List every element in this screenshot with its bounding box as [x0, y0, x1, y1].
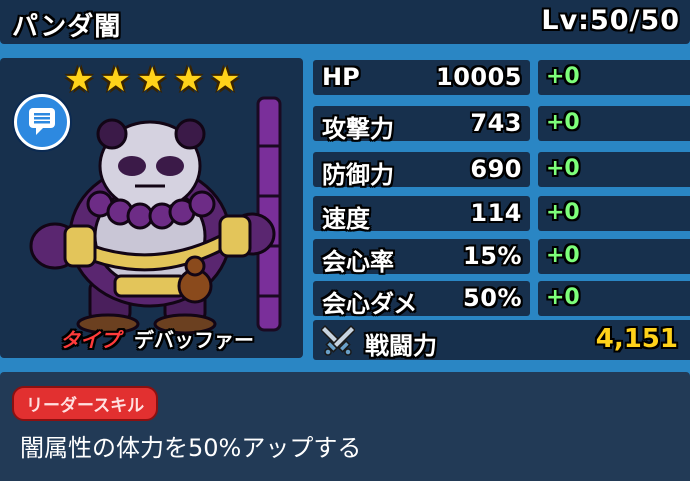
bonus-row-crit-damage: +0	[538, 281, 690, 316]
stat-row-defense: 防御力 690	[313, 152, 530, 189]
stat-value: 743	[470, 109, 522, 137]
stat-name: HP	[322, 63, 360, 91]
crossed-swords-icon	[321, 324, 355, 356]
stat-name: 会心ダメ	[322, 290, 418, 318]
leader-skill-panel: リーダースキル 闇属性の体力を50%アップする	[0, 372, 690, 481]
stat-bonus: +0	[546, 64, 580, 89]
type-row: タイプ デバッファー	[60, 324, 254, 353]
stat-value: 50%	[463, 284, 522, 312]
stat-row-crit-damage: 会心ダメ 50%	[313, 281, 530, 318]
type-label: タイプ	[60, 328, 120, 352]
leader-skill-description: 闇属性の体力を50%アップする	[20, 434, 362, 462]
header-bar: パンダ闇 Lv:50/50	[0, 0, 690, 44]
stat-value: 15%	[463, 242, 522, 270]
stat-name: 攻撃力	[322, 115, 394, 143]
stat-name: 会心率	[322, 248, 394, 276]
stat-bonus: +0	[546, 243, 580, 268]
stat-value: 114	[470, 199, 522, 227]
level-indicator: Lv:50/50	[541, 5, 680, 36]
stat-row-crit-rate: 会心率 15%	[313, 239, 530, 276]
bonus-row-hp: +0	[538, 60, 690, 95]
type-value: デバッファー	[134, 328, 254, 352]
bonus-row-speed: +0	[538, 196, 690, 231]
stat-value: 10005	[436, 63, 522, 91]
stat-bonus: +0	[546, 110, 580, 135]
chat-bubble-icon[interactable]	[14, 94, 70, 150]
combat-power-row: 戦闘力 4,151	[313, 320, 690, 360]
stat-bonus: +0	[546, 156, 580, 181]
bonus-row-attack: +0	[538, 106, 690, 141]
stat-value: 690	[470, 155, 522, 183]
character-name: パンダ闇	[12, 12, 122, 42]
stat-row-speed: 速度 114	[313, 196, 530, 233]
bonus-row-defense: +0	[538, 152, 690, 187]
combat-power-value: 4,151	[595, 324, 678, 354]
stat-row-hp: HP 10005	[313, 60, 530, 95]
stat-bonus: +0	[546, 200, 580, 225]
stat-name: 速度	[322, 205, 370, 233]
combat-power-label: 戦闘力	[365, 332, 437, 360]
leader-skill-badge: リーダースキル	[12, 386, 159, 421]
stat-bonus: +0	[546, 285, 580, 310]
stat-row-attack: 攻撃力 743	[313, 106, 530, 143]
character-panel: ★ ★ ★ ★ ★ タイプ デバッファー	[0, 58, 303, 358]
stat-name: 防御力	[322, 161, 394, 189]
bonus-row-crit-rate: +0	[538, 239, 690, 274]
